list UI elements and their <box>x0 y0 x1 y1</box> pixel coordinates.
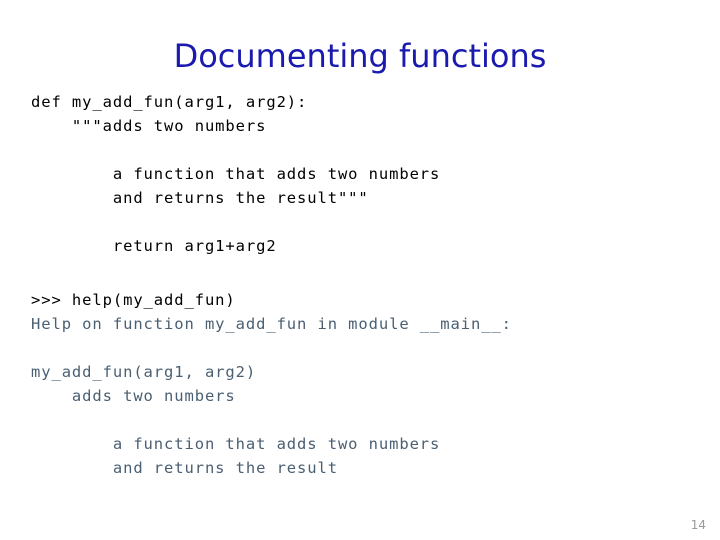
slide: Documenting functions def my_add_fun(arg… <box>0 0 720 540</box>
code-block-function-definition: def my_add_fun(arg1, arg2): """adds two … <box>31 93 308 135</box>
code-block-return-statement: return arg1+arg2 <box>31 237 277 255</box>
code-content-area: def my_add_fun(arg1, arg2): """adds two … <box>31 90 691 480</box>
page-number: 14 <box>690 518 706 532</box>
help-output-signature: my_add_fun(arg1, arg2) adds two numbers <box>31 363 257 405</box>
help-output-body: a function that adds two numbers and ret… <box>112 435 441 477</box>
code-block-docstring-body: a function that adds two numbers and ret… <box>112 165 441 207</box>
page-title: Documenting functions <box>173 37 547 75</box>
console-prompt-line: >>> help(my_add_fun) <box>31 291 236 309</box>
help-output-header: Help on function my_add_fun in module __… <box>31 315 512 333</box>
